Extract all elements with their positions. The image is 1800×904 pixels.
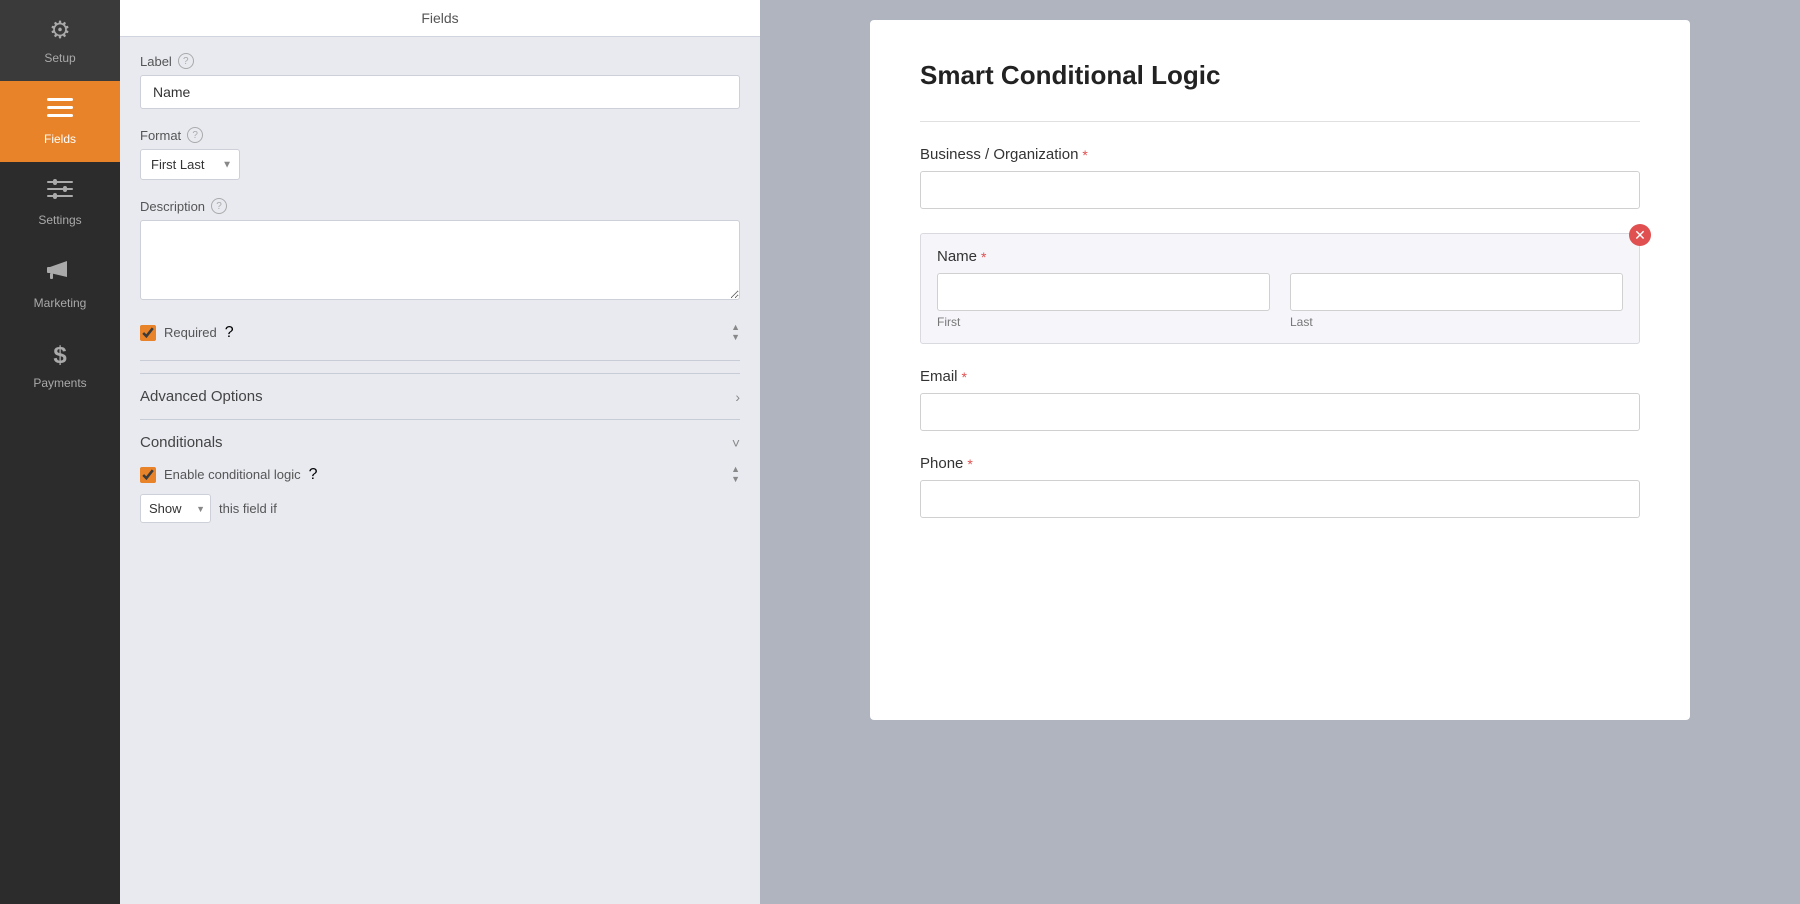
form-preview: Smart Conditional Logic Business / Organ… xyxy=(870,20,1690,720)
advanced-options-section: Advanced Options › xyxy=(140,373,740,419)
description-help-icon[interactable]: ? xyxy=(211,198,227,214)
required-row: Required ? ▲ ▼ xyxy=(140,323,740,342)
label-input[interactable] xyxy=(140,75,740,109)
fields-panel: Fields Label ? Format ? First Last Last … xyxy=(120,0,760,904)
form-title: Smart Conditional Logic xyxy=(920,60,1640,91)
dollar-icon: $ xyxy=(53,342,66,370)
settings-icon xyxy=(47,178,73,207)
sidebar-item-settings[interactable]: Settings xyxy=(0,162,120,243)
name-close-button[interactable]: ✕ xyxy=(1629,224,1651,246)
form-divider xyxy=(920,121,1640,122)
conditional-sort-down[interactable]: ▼ xyxy=(731,475,740,484)
divider-1 xyxy=(140,360,740,361)
show-select-wrapper: Show Hide ▼ xyxy=(140,494,211,523)
required-field-group: Required ? ▲ ▼ xyxy=(140,323,740,342)
name-last-col: Last xyxy=(1290,273,1623,329)
gear-icon: ⚙ xyxy=(49,16,71,45)
format-field-label: Format ? xyxy=(140,127,740,143)
advanced-options-chevron: › xyxy=(735,389,740,405)
phone-input[interactable] xyxy=(920,480,1640,518)
format-select-wrapper: First Last Last First First Only ▼ xyxy=(140,149,240,180)
last-name-input[interactable] xyxy=(1290,273,1623,311)
name-label: Name * xyxy=(937,248,1623,265)
name-required-star: * xyxy=(981,249,986,265)
business-label: Business / Organization * xyxy=(920,146,1640,163)
email-input[interactable] xyxy=(920,393,1640,431)
email-label: Email * xyxy=(920,368,1640,385)
required-help-icon[interactable]: ? xyxy=(225,324,234,342)
fields-panel-content: Label ? Format ? First Last Last First F… xyxy=(120,37,760,904)
sidebar-item-setup[interactable]: ⚙ Setup xyxy=(0,0,120,81)
business-field-group: Business / Organization * xyxy=(920,146,1640,209)
phone-required-star: * xyxy=(967,456,972,472)
sort-down-arrow[interactable]: ▼ xyxy=(731,333,740,342)
sidebar-item-payments[interactable]: $ Payments xyxy=(0,326,120,406)
label-field-group: Label ? xyxy=(140,53,740,109)
enable-conditional-row: Enable conditional logic ? ▲ ▼ xyxy=(140,465,740,484)
sort-arrows: ▲ ▼ xyxy=(731,323,740,342)
conditional-help-icon[interactable]: ? xyxy=(309,466,318,484)
format-help-icon[interactable]: ? xyxy=(187,127,203,143)
business-input[interactable] xyxy=(920,171,1640,209)
required-checkbox[interactable] xyxy=(140,325,156,341)
conditional-sort-arrows: ▲ ▼ xyxy=(731,465,740,484)
phone-label: Phone * xyxy=(920,455,1640,472)
marketing-icon xyxy=(47,259,73,290)
label-help-icon[interactable]: ? xyxy=(178,53,194,69)
format-select[interactable]: First Last Last First First Only xyxy=(140,149,240,180)
name-field-block: ✕ Name * First Last xyxy=(920,233,1640,344)
description-input[interactable] xyxy=(140,220,740,300)
conditionals-chevron: ˅ xyxy=(732,435,740,451)
label-field-label: Label ? xyxy=(140,53,740,69)
description-field-group: Description ? xyxy=(140,198,740,305)
conditional-show-row: Show Hide ▼ this field if xyxy=(140,494,740,523)
name-row: First Last xyxy=(937,273,1623,329)
show-select[interactable]: Show Hide xyxy=(140,494,211,523)
preview-area: Smart Conditional Logic Business / Organ… xyxy=(760,0,1800,904)
email-required-star: * xyxy=(962,369,967,385)
email-field-group: Email * xyxy=(920,368,1640,431)
conditionals-header[interactable]: Conditionals ˅ xyxy=(140,420,740,465)
business-required-star: * xyxy=(1082,147,1087,163)
format-field-group: Format ? First Last Last First First Onl… xyxy=(140,127,740,180)
sidebar-item-fields[interactable]: Fields xyxy=(0,81,120,162)
first-name-input[interactable] xyxy=(937,273,1270,311)
fields-panel-header: Fields xyxy=(120,0,760,37)
conditional-sort-up[interactable]: ▲ xyxy=(731,465,740,474)
sidebar-item-marketing[interactable]: Marketing xyxy=(0,243,120,326)
conditionals-content: Enable conditional logic ? ▲ ▼ Show Hide… xyxy=(140,465,740,537)
fields-icon xyxy=(47,97,73,126)
sort-up-arrow[interactable]: ▲ xyxy=(731,323,740,332)
phone-field-group: Phone * xyxy=(920,455,1640,518)
advanced-options-header[interactable]: Advanced Options › xyxy=(140,374,740,419)
sidebar: ⚙ Setup Fields Settings xyxy=(0,0,120,904)
description-field-label: Description ? xyxy=(140,198,740,214)
enable-conditional-checkbox[interactable] xyxy=(140,467,156,483)
name-first-col: First xyxy=(937,273,1270,329)
conditionals-section: Conditionals ˅ Enable conditional logic … xyxy=(140,419,740,537)
